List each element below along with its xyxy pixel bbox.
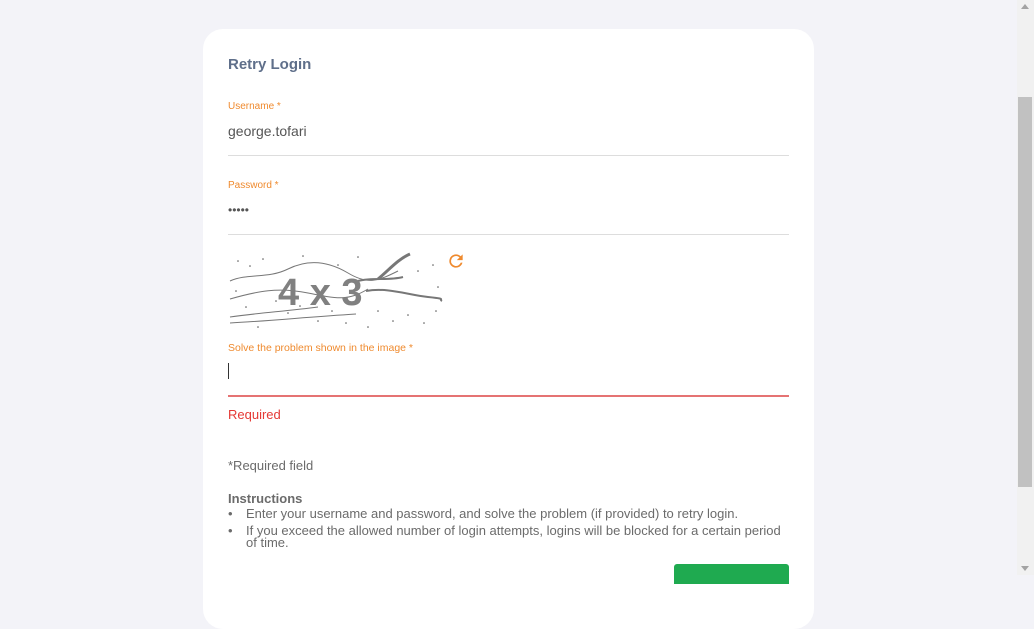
bullet: • [228,506,233,521]
captcha-image: 4 x 3 [229,252,443,328]
password-underline [228,234,789,235]
bullet: • [228,523,233,538]
password-input[interactable]: ••••• [228,203,249,217]
captcha-text: 4 x 3 [278,272,363,314]
username-underline [228,155,789,156]
scrollbar[interactable] [1017,0,1034,575]
scroll-up-arrow-icon[interactable] [1021,4,1029,9]
captcha-error-message: Required [228,407,281,422]
username-input[interactable]: george.tofari [228,123,307,139]
captcha-label: Solve the problem shown in the image * [228,342,414,354]
page-title: Retry Login [228,56,312,73]
instruction-text: If you exceed the allowed number of logi… [246,523,781,550]
required-field-note: *Required field [228,458,314,473]
instruction-item: • Enter your username and password, and s… [228,506,793,521]
refresh-icon[interactable] [446,251,466,271]
instruction-item: • If you exceed the allowed number of log… [228,523,793,550]
instructions-title: Instructions [228,491,303,506]
login-card: Retry Login Username * george.tofari Pas… [203,29,814,629]
instructions-list: • Enter your username and password, and s… [228,506,793,554]
scroll-down-arrow-icon[interactable] [1021,566,1029,571]
password-label: Password * [228,180,279,191]
instruction-text: Enter your username and password, and so… [246,506,739,521]
submit-button[interactable] [674,564,789,584]
username-label: Username * [228,101,281,112]
captcha-input-caret[interactable] [228,363,229,379]
captcha-input-underline[interactable] [228,395,789,397]
scrollbar-thumb[interactable] [1018,97,1032,487]
